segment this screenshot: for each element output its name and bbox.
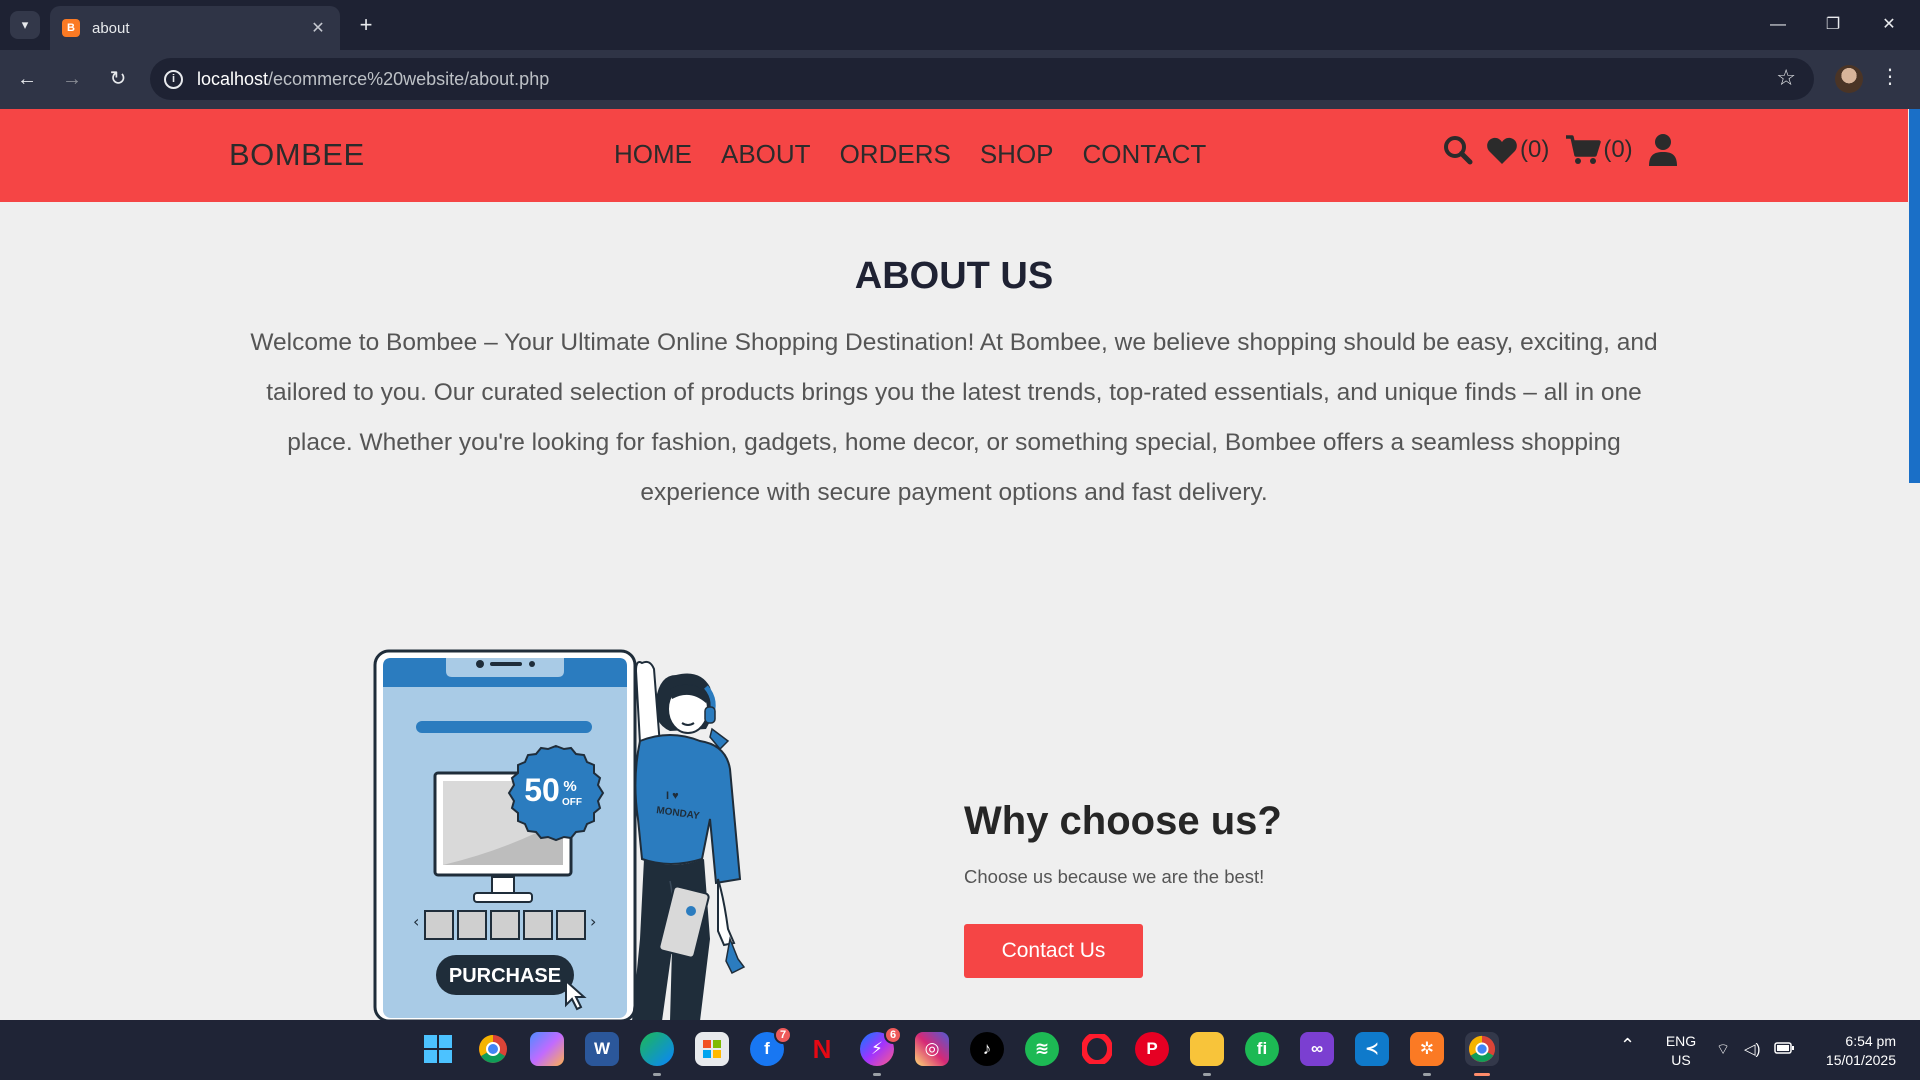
minimize-icon[interactable]: — [1763, 10, 1793, 40]
netflix-icon[interactable]: N [805, 1032, 839, 1066]
facebook-badge: 7 [774, 1026, 792, 1044]
nav-orders[interactable]: ORDERS [840, 139, 951, 170]
windows-start-icon[interactable] [421, 1032, 455, 1066]
about-title: ABOUT US [854, 255, 1054, 297]
browser-tab-about[interactable]: B about ✕ [50, 6, 340, 50]
thumb-prev-icon: ‹ [413, 912, 419, 931]
purchase-label: PURCHASE [449, 965, 561, 987]
contact-us-button[interactable]: Contact Us [964, 924, 1143, 978]
cart-count: (0) [1603, 136, 1633, 163]
reload-icon[interactable]: ↻ [103, 64, 133, 94]
site-header: BOMBEE HOME ABOUT ORDERS SHOP CONTACT (0… [0, 109, 1908, 202]
browser-tabstrip: ▾ B about ✕ + — ❐ ✕ [0, 0, 1920, 50]
page-scrollbar-thumb[interactable] [1909, 109, 1920, 483]
messenger-badge: 6 [884, 1026, 902, 1044]
file-explorer-icon[interactable] [1190, 1032, 1224, 1076]
user-icon[interactable] [1648, 134, 1677, 166]
tray-overflow-chevron-icon[interactable]: ⌃ [1620, 1036, 1635, 1055]
forward-arrow-icon[interactable]: → [57, 64, 87, 94]
nav-shop[interactable]: SHOP [980, 139, 1054, 170]
cart-icon [1566, 135, 1602, 164]
restore-icon[interactable]: ❐ [1818, 10, 1848, 40]
language-indicator[interactable]: ENG US [1664, 1032, 1698, 1070]
brand-logo[interactable]: BOMBEE [229, 137, 365, 173]
vscode-icon[interactable]: ≺ [1355, 1032, 1389, 1066]
new-tab-plus-icon[interactable]: + [354, 11, 378, 39]
tab-close-icon[interactable]: ✕ [308, 18, 328, 38]
visual-studio-icon[interactable]: ∞ [1300, 1032, 1334, 1066]
nav-about[interactable]: ABOUT [721, 139, 811, 170]
shopping-illustration: 50 % OFF ‹ › PURCHASE I ♥ MONDAY [370, 649, 830, 1020]
profile-avatar[interactable] [1835, 65, 1863, 93]
search-icon[interactable] [1442, 134, 1474, 166]
spotify-icon[interactable]: ≋ [1025, 1032, 1059, 1066]
page-viewport: BOMBEE HOME ABOUT ORDERS SHOP CONTACT (0… [0, 109, 1920, 1020]
chrome-profile-icon[interactable] [1465, 1032, 1499, 1076]
tab-search-button[interactable]: ▾ [10, 11, 40, 39]
xampp-icon[interactable]: ✲ [1410, 1032, 1444, 1076]
bookmark-star-icon[interactable]: ☆ [1776, 65, 1796, 91]
messenger-icon[interactable]: ⚡ 6 [860, 1026, 902, 1076]
url-path: /ecommerce%20website/about.php [268, 68, 550, 89]
tiktok-icon[interactable]: ♪ [970, 1032, 1004, 1066]
nav-home[interactable]: HOME [614, 139, 692, 170]
system-clock[interactable]: 6:54 pm 15/01/2025 [1808, 1032, 1896, 1070]
wishlist-link[interactable]: (0) [1486, 135, 1549, 165]
browser-menu-icon[interactable]: ⋮ [1880, 64, 1900, 89]
wifi-icon[interactable]: ⌔ [1716, 1040, 1730, 1059]
thumb-next-icon: › [590, 912, 596, 931]
lang-line2: US [1671, 1052, 1691, 1068]
chrome-icon[interactable] [476, 1032, 510, 1066]
discount-off: OFF [562, 797, 582, 808]
wishlist-count: (0) [1520, 136, 1550, 163]
main-nav: HOME ABOUT ORDERS SHOP CONTACT [614, 139, 1206, 170]
header-icons: (0) (0) [1442, 134, 1677, 166]
instagram-icon[interactable]: ◎ [915, 1032, 949, 1066]
lang-line1: ENG [1665, 1033, 1697, 1049]
facebook-icon[interactable]: f7 [750, 1026, 792, 1066]
about-description: Welcome to Bombee – Your Ultimate Online… [250, 329, 1658, 506]
clock-time: 6:54 pm [1845, 1033, 1896, 1049]
site-info-icon[interactable]: i [164, 69, 183, 89]
why-choose-title: Why choose us? [964, 799, 1282, 843]
windows-taskbar: W f7 N ⚡ 6 ◎ ♪ ≋ P fi ∞ ≺ ✲ ⌃ ENG US ⌔ ◁)… [0, 1020, 1920, 1080]
url-text: localhost/ecommerce%20website/about.php [197, 69, 549, 90]
discount-percent: % [563, 778, 576, 795]
why-choose-subtitle: Choose us because we are the best! [964, 866, 1265, 887]
heart-icon [1487, 137, 1517, 164]
shirt-text-line1: I ♥ [666, 790, 679, 802]
clock-date: 15/01/2025 [1825, 1052, 1896, 1068]
volume-icon[interactable]: ◁) [1744, 1040, 1761, 1059]
xampp-favicon-icon: B [62, 19, 80, 37]
tab-title: about [92, 19, 130, 37]
microsoft-store-icon[interactable] [695, 1032, 729, 1066]
word-icon[interactable]: W [585, 1032, 619, 1066]
opera-icon[interactable] [1080, 1032, 1114, 1066]
cart-link[interactable]: (0) [1565, 134, 1633, 166]
address-bar[interactable]: i localhost/ecommerce%20website/about.ph… [150, 58, 1814, 100]
battery-icon[interactable] [1774, 1040, 1794, 1059]
browser-toolbar: ← → ↻ i localhost/ecommerce%20website/ab… [0, 50, 1920, 109]
nav-contact[interactable]: CONTACT [1083, 139, 1207, 170]
fiverr-icon[interactable]: fi [1245, 1032, 1279, 1066]
pinterest-icon[interactable]: P [1135, 1032, 1169, 1066]
edge-icon[interactable] [640, 1032, 674, 1076]
back-arrow-icon[interactable]: ← [12, 64, 42, 94]
url-host: localhost [197, 68, 269, 89]
copilot-icon[interactable] [530, 1032, 564, 1066]
discount-number: 50 [524, 772, 560, 808]
close-window-icon[interactable]: ✕ [1874, 10, 1904, 40]
